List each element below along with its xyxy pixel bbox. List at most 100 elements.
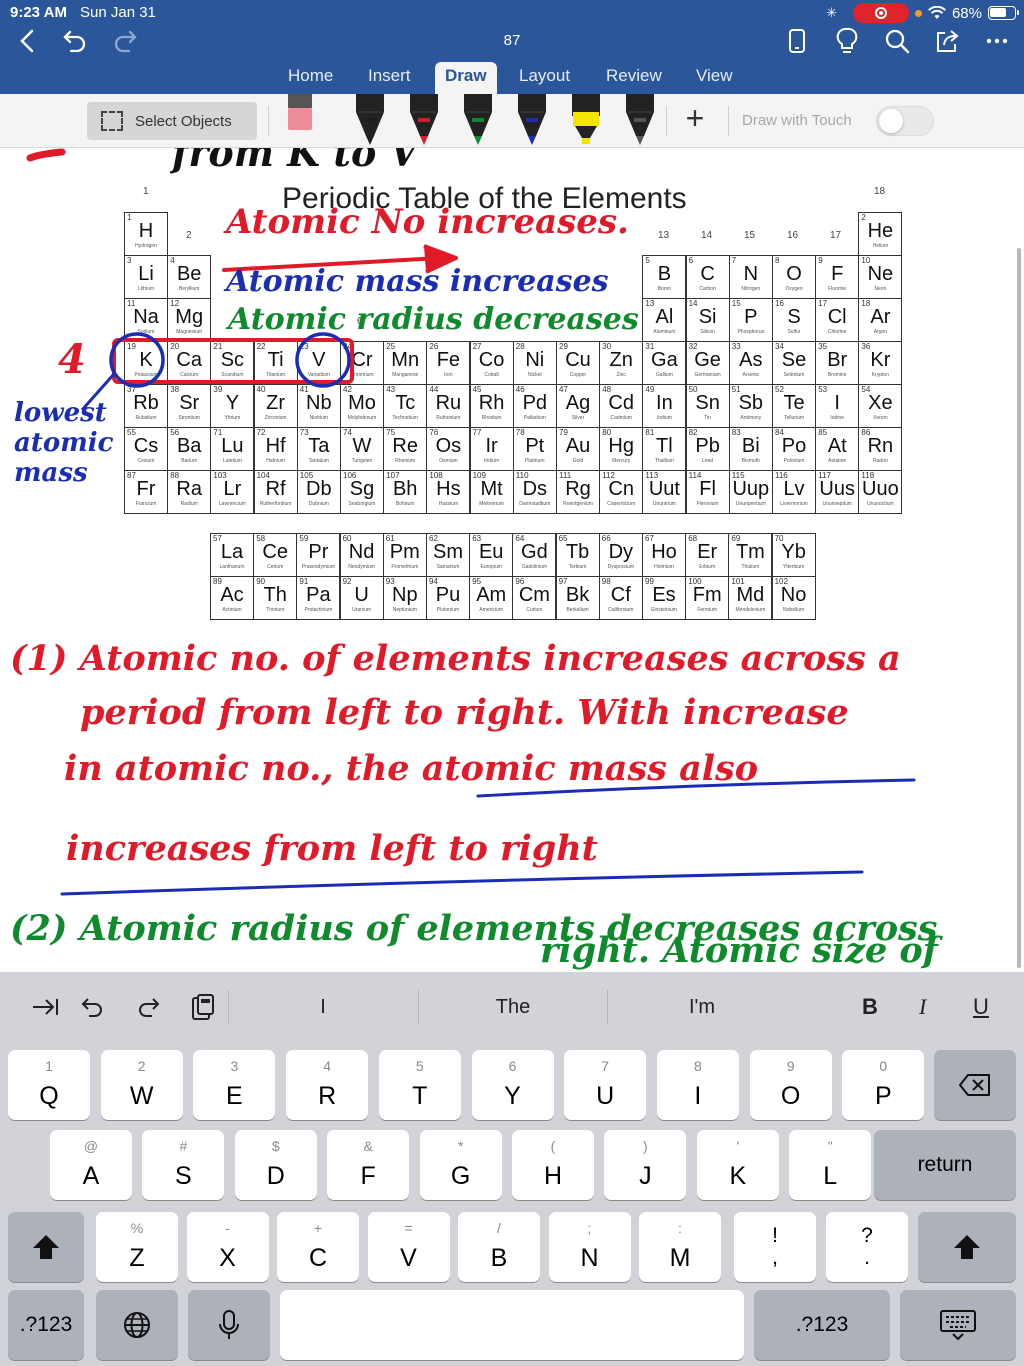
paste-icon[interactable] <box>186 990 220 1024</box>
eraser-icon <box>288 94 312 130</box>
space-key[interactable] <box>280 1290 744 1360</box>
key-g[interactable]: * G <box>419 1130 502 1200</box>
key-d[interactable]: $ D <box>234 1130 317 1200</box>
select-objects-button[interactable]: Select Objects <box>87 102 257 140</box>
element-name: Scandium <box>221 372 244 378</box>
element-cell-am: 95 Am Americium <box>469 576 514 620</box>
tab-insert[interactable]: Insert <box>368 66 411 86</box>
suggestion-3[interactable]: I'm <box>607 996 797 1019</box>
group-label-1: 1 <box>143 186 149 197</box>
element-symbol: Fr <box>136 478 156 500</box>
key-a[interactable]: @ A <box>50 1130 132 1200</box>
eraser-tool[interactable] <box>280 94 320 146</box>
numbers-left-key[interactable]: .?123 <box>8 1290 84 1360</box>
key-q[interactable]: 1Q <box>8 1050 90 1120</box>
blue-pen-tool[interactable] <box>512 94 552 146</box>
key-n[interactable]: ; N <box>548 1212 631 1282</box>
numbers-right-key[interactable]: .?123 <box>754 1290 890 1360</box>
key-i[interactable]: 8I <box>656 1050 739 1120</box>
search-icon[interactable] <box>880 24 914 58</box>
green-pen-tool[interactable] <box>458 94 498 146</box>
element-name: Antimony <box>740 415 762 421</box>
key-t[interactable]: 5T <box>378 1050 461 1120</box>
black-pen-tool[interactable] <box>350 94 390 146</box>
key-char: H <box>543 1162 563 1190</box>
element-cell-fr: 87 Fr Francium <box>124 470 168 514</box>
pen-icon <box>464 94 492 145</box>
keyboard-undo-icon[interactable] <box>76 990 110 1024</box>
key-char: B <box>490 1244 508 1272</box>
shift-right-key[interactable] <box>918 1212 1016 1282</box>
key-k[interactable]: ' K <box>696 1130 779 1200</box>
more-icon[interactable] <box>980 24 1014 58</box>
backspace-key[interactable] <box>934 1050 1016 1120</box>
yellow-highlighter-tool[interactable] <box>566 94 606 146</box>
element-symbol: Fm <box>692 584 722 606</box>
key-l[interactable]: " L <box>789 1130 872 1200</box>
key-alt-char: & <box>363 1138 373 1154</box>
bold-button[interactable]: B <box>862 994 878 1020</box>
key-x[interactable]: -X <box>186 1212 269 1282</box>
element-cell-re: 75 Re Rhenium <box>383 427 428 471</box>
lightbulb-icon[interactable] <box>830 24 864 58</box>
red-pen-tool[interactable] <box>404 94 444 146</box>
tab-key-icon[interactable] <box>28 990 62 1024</box>
mobile-view-icon[interactable] <box>780 24 814 58</box>
screen-recording-icon[interactable] <box>852 3 909 23</box>
shift-left-key[interactable] <box>8 1212 84 1282</box>
element-cell-cf: 98 Cf Californium <box>598 576 643 620</box>
tab-layout[interactable]: Layout <box>519 66 570 86</box>
document-scrollbar[interactable] <box>1017 248 1021 968</box>
tab-view[interactable]: View <box>696 66 733 86</box>
tab-draw[interactable]: Draw <box>435 62 497 94</box>
key-p[interactable]: 0P <box>842 1050 925 1120</box>
tab-home[interactable]: Home <box>288 66 333 86</box>
dictation-key[interactable] <box>188 1290 270 1360</box>
key-char: A <box>82 1162 100 1190</box>
return-key[interactable]: return <box>874 1130 1016 1200</box>
element-symbol: Rb <box>133 392 159 414</box>
tab-review[interactable]: Review <box>606 66 662 86</box>
exclamation-key[interactable]: !, <box>734 1212 816 1282</box>
element-cell-cd: 48 Cd Cadmium <box>599 384 644 428</box>
key-c[interactable]: + C <box>277 1212 359 1282</box>
element-name: Promethium <box>391 564 419 570</box>
key-o[interactable]: 9O <box>749 1050 832 1120</box>
key-f[interactable]: & F <box>327 1130 410 1200</box>
element-symbol: Ga <box>651 349 678 371</box>
element-name: Bohrium <box>395 501 415 507</box>
document-canvas[interactable]: from K to V Periodic Table of the Elemen… <box>0 148 1024 972</box>
key-h[interactable]: (H <box>512 1130 594 1200</box>
gray-pencil-tool[interactable] <box>620 94 660 146</box>
italic-button[interactable]: I <box>919 994 926 1020</box>
draw-with-touch-toggle[interactable] <box>876 106 934 136</box>
element-cell-tb: 65 Tb Terbium <box>555 533 600 577</box>
element-name: Germanium <box>694 372 721 378</box>
element-symbol: Si <box>698 306 717 328</box>
ribbon-tabs: Home Insert Draw Layout Review View <box>0 62 1024 94</box>
key-y[interactable]: 6Y <box>471 1050 554 1120</box>
key-z[interactable]: % Z <box>96 1212 178 1282</box>
key-b[interactable]: / B <box>458 1212 540 1282</box>
key-m[interactable]: :M <box>639 1212 721 1282</box>
globe-key[interactable] <box>96 1290 178 1360</box>
share-icon[interactable] <box>930 24 964 58</box>
key-e[interactable]: 3E <box>193 1050 276 1120</box>
key-j[interactable]: ) J <box>604 1130 687 1200</box>
keyboard-redo-icon[interactable] <box>131 990 165 1024</box>
element-cell-pd: 46 Pd Palladium <box>512 384 557 428</box>
element-symbol: Sm <box>433 541 463 563</box>
element-symbol: Md <box>736 584 765 606</box>
key-u[interactable]: 7U <box>564 1050 647 1120</box>
question-key[interactable]: ?. <box>826 1212 908 1282</box>
key-r[interactable]: 4R <box>286 1050 369 1120</box>
dismiss-keyboard-key[interactable] <box>900 1290 1016 1360</box>
element-symbol: Fe <box>436 349 461 371</box>
add-pen-button[interactable]: + <box>678 102 712 136</box>
key-v[interactable]: = V <box>367 1212 450 1282</box>
suggestion-2[interactable]: The <box>418 996 608 1019</box>
suggestion-1[interactable]: I <box>228 996 418 1019</box>
key-s[interactable]: # S <box>142 1130 225 1200</box>
underline-button[interactable]: U <box>973 994 989 1020</box>
key-w[interactable]: 2W <box>100 1050 183 1120</box>
